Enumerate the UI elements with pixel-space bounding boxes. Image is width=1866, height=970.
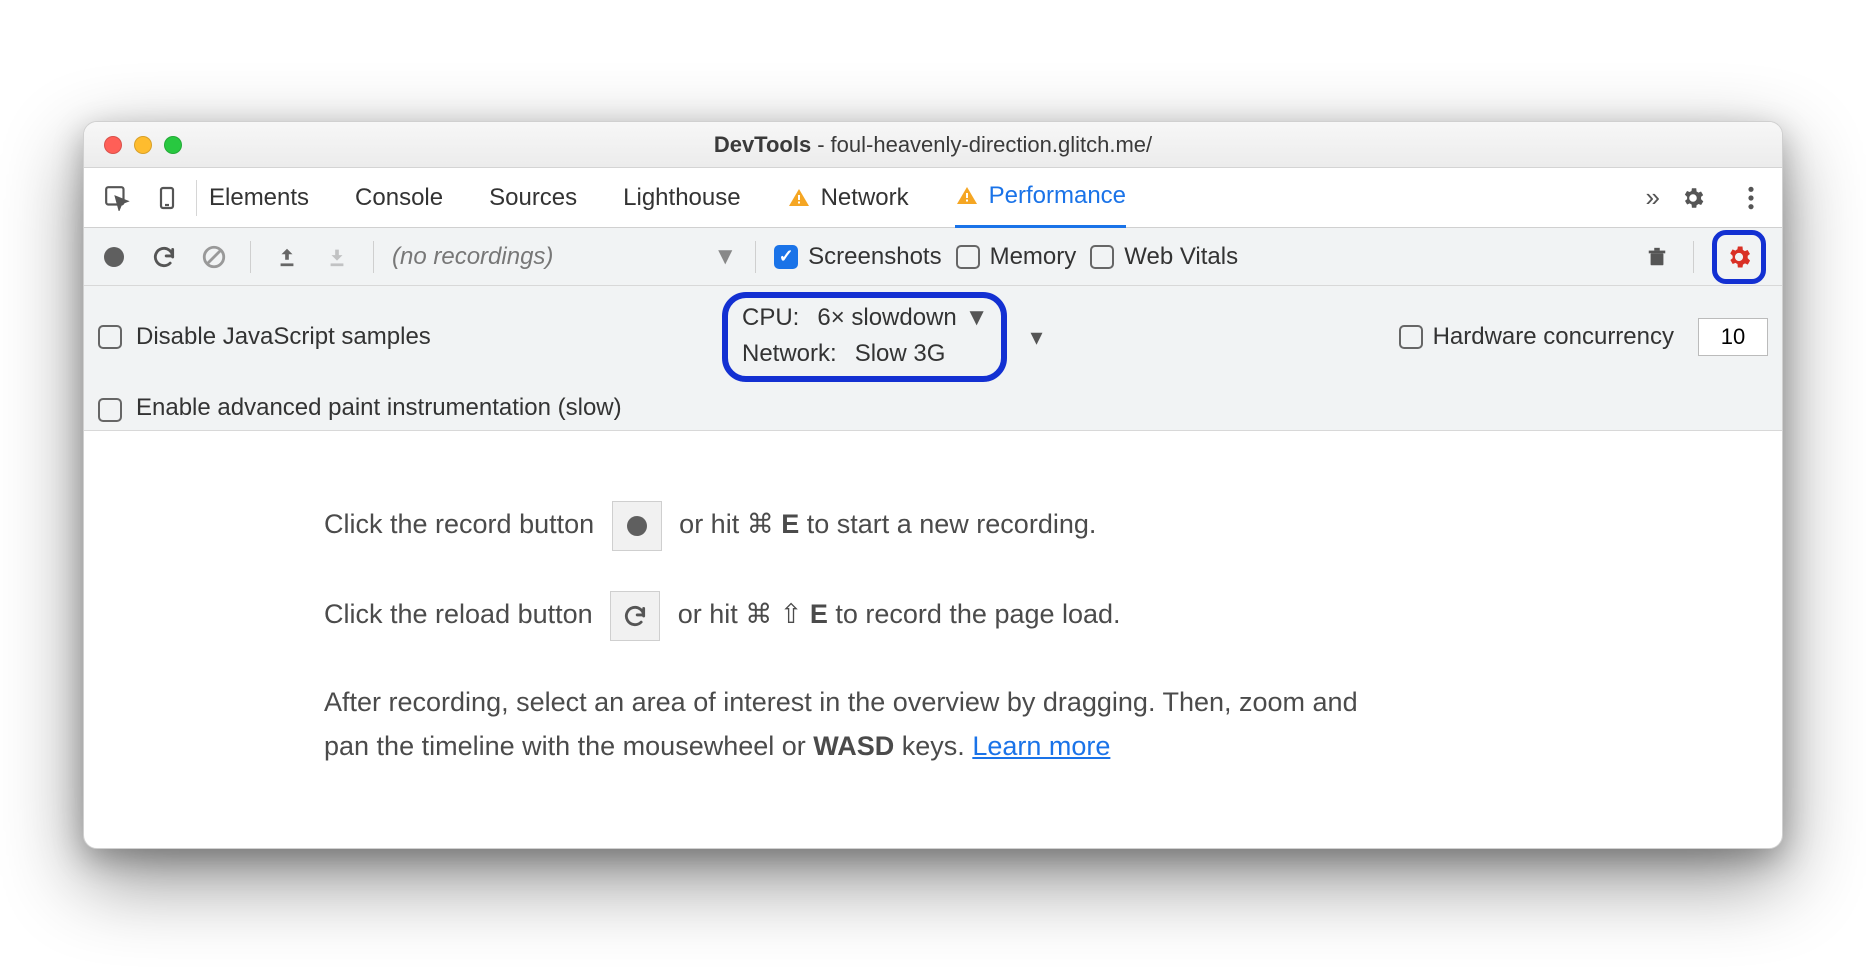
recordings-select[interactable]: (no recordings) ▼ <box>392 243 737 271</box>
window-title: DevTools - foul-heavenly-direction.glitc… <box>714 132 1152 158</box>
device-toggle-icon[interactable] <box>142 168 192 228</box>
warning-icon <box>955 184 979 208</box>
checkbox-icon <box>774 245 798 269</box>
maximize-icon[interactable] <box>164 136 182 154</box>
capture-settings-highlight <box>1712 230 1766 284</box>
more-tabs-button[interactable]: » <box>1646 182 1668 213</box>
download-icon[interactable] <box>319 239 355 275</box>
divider <box>1693 241 1694 273</box>
settings-icon[interactable] <box>1668 168 1718 228</box>
tab-performance[interactable]: Performance <box>955 168 1126 228</box>
titlebar: DevTools - foul-heavenly-direction.glitc… <box>84 122 1782 168</box>
tab-elements[interactable]: Elements <box>209 168 309 228</box>
learn-more-link[interactable]: Learn more <box>972 731 1110 761</box>
minimize-icon[interactable] <box>134 136 152 154</box>
record-icon[interactable] <box>96 239 132 275</box>
screenshots-checkbox[interactable]: Screenshots <box>774 243 941 271</box>
reload-button[interactable] <box>610 591 660 641</box>
title-sep: - <box>817 132 824 158</box>
empty-state: Click the record button or hit ⌘ E to st… <box>84 431 1782 847</box>
tab-network[interactable]: Network <box>787 168 909 228</box>
kebab-menu-icon[interactable] <box>1726 168 1776 228</box>
memory-checkbox[interactable]: Memory <box>956 243 1077 271</box>
advanced-paint-label: Enable advanced paint instrumentation (s… <box>136 394 622 422</box>
tabs: Elements Console Sources Lighthouse Netw… <box>209 168 1646 228</box>
warning-icon <box>787 186 811 210</box>
network-throttle-select[interactable]: Network: Slow 3G <box>742 340 989 368</box>
checkbox-icon <box>1399 325 1423 349</box>
checkbox-icon <box>1090 245 1114 269</box>
title-url: foul-heavenly-direction.glitch.me/ <box>831 132 1153 158</box>
checkbox-icon[interactable] <box>98 398 122 422</box>
cpu-throttle-select[interactable]: CPU: 6× slowdown▼ <box>742 304 989 332</box>
perf-toolbar: (no recordings) ▼ Screenshots Memory Web… <box>84 228 1782 286</box>
webvitals-checkbox[interactable]: Web Vitals <box>1090 243 1238 271</box>
divider <box>250 241 251 273</box>
clear-icon[interactable] <box>196 239 232 275</box>
inspect-icon[interactable] <box>92 168 142 228</box>
close-icon[interactable] <box>104 136 122 154</box>
divider <box>373 241 374 273</box>
capture-settings-panel: Disable JavaScript samples CPU: 6× slowd… <box>84 286 1782 431</box>
capture-settings-icon[interactable] <box>1721 239 1757 275</box>
main-tabbar: Elements Console Sources Lighthouse Netw… <box>84 168 1782 228</box>
reload-icon[interactable] <box>146 239 182 275</box>
devtools-window: DevTools - foul-heavenly-direction.glitc… <box>83 121 1783 848</box>
hint-reload: Click the reload button or hit ⌘ ⇧ E to … <box>324 591 1682 641</box>
chevron-down-icon: ▾ <box>1031 323 1043 352</box>
title-app: DevTools <box>714 132 811 158</box>
trash-icon[interactable] <box>1639 239 1675 275</box>
hardware-concurrency-input[interactable] <box>1698 318 1768 356</box>
window-controls <box>104 136 182 154</box>
hint-record: Click the record button or hit ⌘ E to st… <box>324 501 1682 551</box>
chevron-down-icon: ▼ <box>965 304 989 332</box>
tab-sources[interactable]: Sources <box>489 168 577 228</box>
upload-icon[interactable] <box>269 239 305 275</box>
divider <box>755 241 756 273</box>
hint-after: After recording, select an area of inter… <box>324 681 1374 767</box>
chevron-down-icon: ▼ <box>713 243 737 271</box>
record-button[interactable] <box>612 501 662 551</box>
hardware-concurrency-checkbox[interactable]: Hardware concurrency <box>1399 323 1674 351</box>
divider <box>196 180 197 216</box>
checkbox-icon[interactable] <box>98 325 122 349</box>
tab-lighthouse[interactable]: Lighthouse <box>623 168 740 228</box>
throttle-highlight: CPU: 6× slowdown▼ Network: Slow 3G <box>722 292 1007 382</box>
tab-console[interactable]: Console <box>355 168 443 228</box>
checkbox-icon <box>956 245 980 269</box>
disable-js-label: Disable JavaScript samples <box>136 323 431 351</box>
